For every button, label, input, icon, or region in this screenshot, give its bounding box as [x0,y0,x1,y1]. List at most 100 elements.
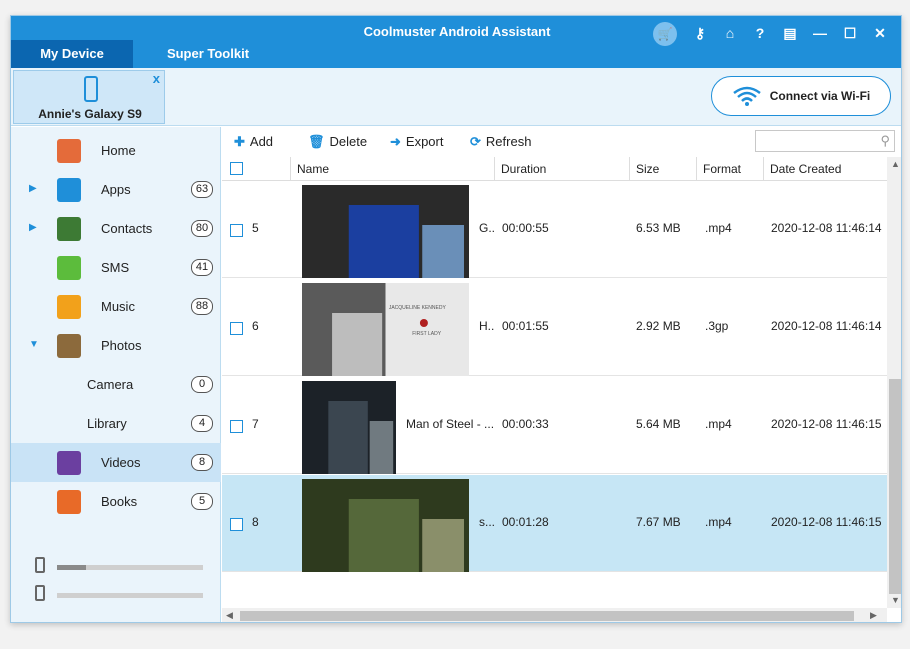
video-thumbnail[interactable] [302,381,396,474]
maximize-icon[interactable]: ☐ [835,22,865,44]
item-count-badge: 5 [191,493,213,510]
expand-arrow-icon[interactable]: ▶ [29,222,37,233]
column-date-created[interactable]: Date Created [763,157,887,181]
device-name: Annie's Galaxy S9 [38,107,142,121]
device-card[interactable]: x Annie's Galaxy S9 [13,70,165,124]
item-count-badge: 41 [191,259,213,276]
table-row[interactable]: 8 s... 00:01:28 7.67 MB .mp4 2020-12-08 11:46… [222,475,887,572]
storage-indicator [35,585,205,601]
row-checkbox[interactable] [230,420,243,433]
cart-icon[interactable]: 🛒 [653,22,677,46]
title-bar: Coolmuster Android Assistant My Device S… [11,16,901,68]
help-icon[interactable]: ? [745,22,775,44]
row-index: 8 [252,515,259,529]
sidebar-item-apps[interactable]: ▶ Apps 63 [11,170,221,209]
delete-button[interactable]: 🗑 Delete [308,134,367,150]
tab-super-toolkit[interactable]: Super Toolkit [133,40,283,68]
video-name: s... [479,515,494,529]
add-button[interactable]: ✚ Add [234,134,273,150]
scroll-right-icon[interactable]: ▶ [870,610,877,621]
vertical-scroll-thumb[interactable] [889,379,901,594]
sidebar-item-label: Books [101,494,138,509]
row-checkbox[interactable] [230,224,243,237]
trash-icon: 🗑 [308,134,325,149]
sidebar-item-label: Videos [101,455,141,470]
connect-wifi-button[interactable]: Connect via Wi-Fi [711,76,891,116]
vertical-scrollbar[interactable]: ▲ ▼ [887,157,901,608]
table-row[interactable]: 5 G... 00:00:55 6.53 MB .mp4 2020-12-08 11:46… [222,181,887,278]
sidebar-item-contacts[interactable]: ▶ Contacts 80 [11,209,221,248]
scroll-left-icon[interactable]: ◀ [226,610,233,621]
storage-used-fill [57,565,87,570]
video-duration: 00:00:55 [502,221,549,235]
phone-storage-icon [35,557,45,573]
contacts-icon [57,217,81,241]
horizontal-scrollbar[interactable]: ◀ ▶ [222,608,887,622]
column-name[interactable]: Name [290,157,494,181]
column-format[interactable]: Format [696,157,763,181]
video-size: 7.67 MB [636,515,681,529]
select-all-checkbox[interactable] [230,162,243,175]
home-icon [57,139,81,163]
table-row[interactable]: 6 JACQUELINE KENNEDY FIRST LADY H... 00:01:5… [222,279,887,376]
sidebar-item-camera[interactable]: Camera 0 [11,365,221,404]
sidebar-item-photos[interactable]: ▼ Photos [11,326,221,365]
sidebar-item-label: Music [101,299,135,314]
scroll-down-icon[interactable]: ▼ [891,595,900,605]
scroll-up-icon[interactable]: ▲ [891,159,900,169]
video-name: G... [479,221,494,235]
item-count-badge: 8 [191,454,213,471]
delete-label: Delete [329,134,368,149]
row-checkbox[interactable] [230,322,243,335]
video-format: .mp4 [705,221,732,235]
close-icon[interactable]: ✕ [865,22,895,44]
expand-arrow-icon[interactable]: ▶ [29,183,37,194]
video-duration: 00:00:33 [502,417,549,431]
connect-wifi-label: Connect via Wi-Fi [769,89,871,103]
horizontal-scroll-thumb[interactable] [240,611,854,621]
add-label: Add [249,134,274,149]
key-icon[interactable]: ⚷ [685,22,715,44]
device-bar: x Annie's Galaxy S9 Connect via Wi-Fi [11,68,901,126]
sidebar-item-sms[interactable]: SMS 41 [11,248,221,287]
expand-arrow-icon[interactable]: ▼ [29,339,39,350]
sidebar-item-videos[interactable]: Videos 8 [11,443,221,482]
table-header: Name Duration Size Format Date Created [222,157,887,181]
video-format: .3gp [705,319,729,333]
row-index: 6 [252,319,259,333]
video-thumbnail[interactable] [302,185,469,278]
wifi-icon [732,86,761,106]
search-icon: ⚲ [880,133,890,148]
tab-my-device[interactable]: My Device [11,40,133,68]
sd-card-icon [35,585,45,601]
video-date-created: 2020-12-08 11:46:15 [771,515,882,529]
export-button[interactable]: ➜ Export [390,134,443,150]
sidebar-item-books[interactable]: Books 5 [11,482,221,521]
export-label: Export [405,134,444,149]
refresh-button[interactable]: ⟳ Refresh [470,134,531,150]
feedback-icon[interactable]: ▤ [775,22,805,44]
music-icon [57,295,81,319]
column-duration[interactable]: Duration [494,157,629,181]
column-size[interactable]: Size [629,157,696,181]
sidebar-item-home[interactable]: Home [11,131,221,170]
row-checkbox[interactable] [230,518,243,531]
sidebar-item-label: SMS [101,260,130,275]
video-thumbnail[interactable]: JACQUELINE KENNEDY FIRST LADY [302,283,469,376]
item-count-badge: 4 [191,415,213,432]
disconnect-device-icon[interactable]: x [153,71,160,86]
minimize-icon[interactable]: — [805,22,835,44]
video-thumbnail[interactable] [302,479,469,572]
export-icon: ➜ [390,134,401,149]
sidebar-item-music[interactable]: Music 88 [11,287,221,326]
storage-indicator [35,557,205,573]
sidebar-item-label: Home [101,143,136,158]
sidebar-item-library[interactable]: Library 4 [11,404,221,443]
photos-icon [57,334,81,358]
search-input[interactable]: ⚲ [755,130,895,152]
home-icon[interactable]: ⌂ [715,22,745,44]
add-icon: ✚ [234,134,245,149]
window-controls: 🛒 ⚷ ⌂ ? ▤ — ☐ ✕ [645,22,895,46]
table-row[interactable]: 7 Man of Steel - ... 00:00:33 5.64 MB .mp4 20… [222,377,887,474]
video-date-created: 2020-12-08 11:46:15 [771,417,882,431]
